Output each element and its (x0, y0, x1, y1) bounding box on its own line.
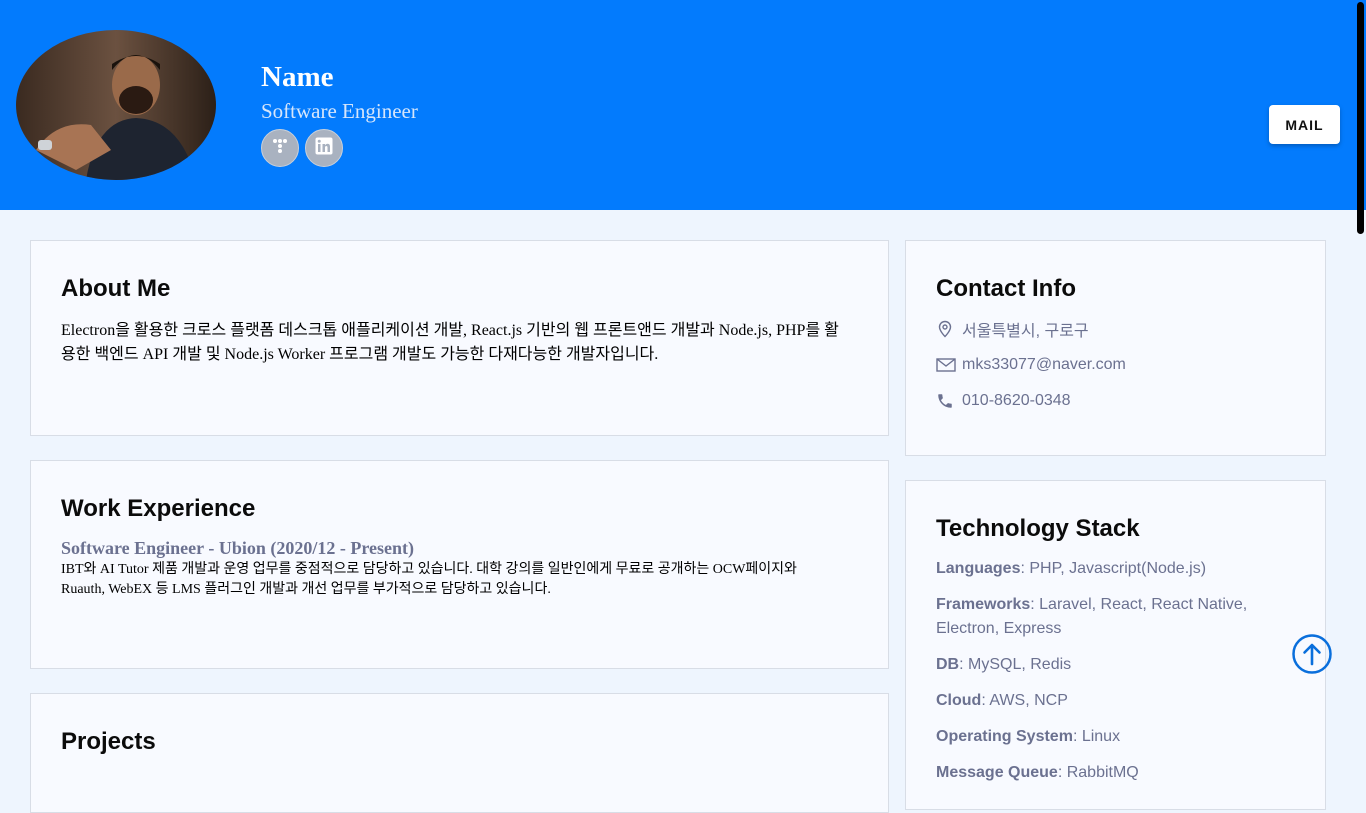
tech-item: Operating System: Linux (936, 725, 1296, 749)
phone-text[interactable]: 010-8620-0348 (962, 392, 1071, 410)
tech-item: Frameworks: Laravel, React, React Native… (936, 593, 1296, 641)
tech-item-value: : PHP, Javascript(Node.js) (1020, 560, 1207, 577)
job-title: Software Engineer - Ubion (2020/12 - Pre… (61, 538, 414, 558)
about-card: About Me Electron을 활용한 크로스 플랫폼 데스크톱 애플리케… (30, 240, 889, 436)
projects-card: Projects (30, 693, 889, 813)
tech-item-value: : RabbitMQ (1057, 764, 1139, 781)
mail-button[interactable]: MAIL (1269, 105, 1340, 144)
tech-item: Cloud: AWS, NCP (936, 689, 1296, 713)
phone-icon (936, 392, 962, 410)
envelope-icon (936, 357, 962, 373)
contact-email[interactable]: mks33077@naver.com (936, 353, 1126, 377)
tech-item-label: Message Queue (936, 764, 1058, 781)
tech-item-label: Frameworks (936, 596, 1031, 613)
projects-title: Projects (61, 728, 156, 755)
tech-item: Message Queue: RabbitMQ (936, 761, 1296, 785)
tech-item-label: Languages (936, 560, 1021, 577)
work-title: Work Experience (61, 495, 256, 522)
tech-card: Technology Stack Languages: PHP, Javascr… (905, 480, 1326, 810)
tech-item-value: : Linux (1072, 728, 1121, 745)
tech-item-label: Cloud (936, 692, 982, 709)
address-text: 서울특별시, 구로구 (962, 323, 1089, 340)
profile-name: Name (261, 61, 334, 93)
work-card: Work Experience Software Engineer - Ubio… (30, 460, 889, 669)
scrollbar-thumb[interactable] (1357, 2, 1364, 234)
profile-role: Software Engineer (261, 99, 418, 123)
tech-item-value: : AWS, NCP (981, 692, 1068, 709)
location-pin-icon (936, 320, 962, 338)
contact-phone[interactable]: 010-8620-0348 (936, 389, 1071, 413)
job-description: IBT와 AI Tutor 제품 개발과 운영 업무를 중점적으로 담당하고 있… (61, 562, 797, 597)
avatar (16, 30, 216, 180)
linkedin-icon (315, 137, 333, 160)
email-text[interactable]: mks33077@naver.com (962, 356, 1126, 374)
contact-address: 서울특별시, 구로구 (936, 317, 1089, 341)
tech-item-label: DB (936, 656, 960, 673)
tech-item-label: Operating System (936, 728, 1073, 745)
tech-item: Languages: PHP, Javascript(Node.js) (936, 557, 1296, 581)
contact-card: Contact Info 서울특별시, 구로구 mks33077@naver.c… (905, 240, 1326, 456)
tech-item: DB: MySQL, Redis (936, 653, 1296, 677)
arrow-up-icon (1292, 634, 1332, 678)
profile-header: Name Software Engineer MAIL (0, 0, 1366, 210)
about-title: About Me (61, 275, 171, 302)
tistory-icon (271, 137, 289, 160)
tech-title: Technology Stack (936, 515, 1140, 542)
tech-item-value: : MySQL, Redis (959, 656, 1072, 673)
contact-title: Contact Info (936, 275, 1076, 302)
about-text: Electron을 활용한 크로스 플랫폼 데스크톱 애플리케이션 개발, Re… (61, 322, 839, 363)
tistory-link[interactable] (261, 129, 299, 167)
linkedin-link[interactable] (305, 129, 343, 167)
scroll-to-top-button[interactable] (1292, 634, 1332, 674)
